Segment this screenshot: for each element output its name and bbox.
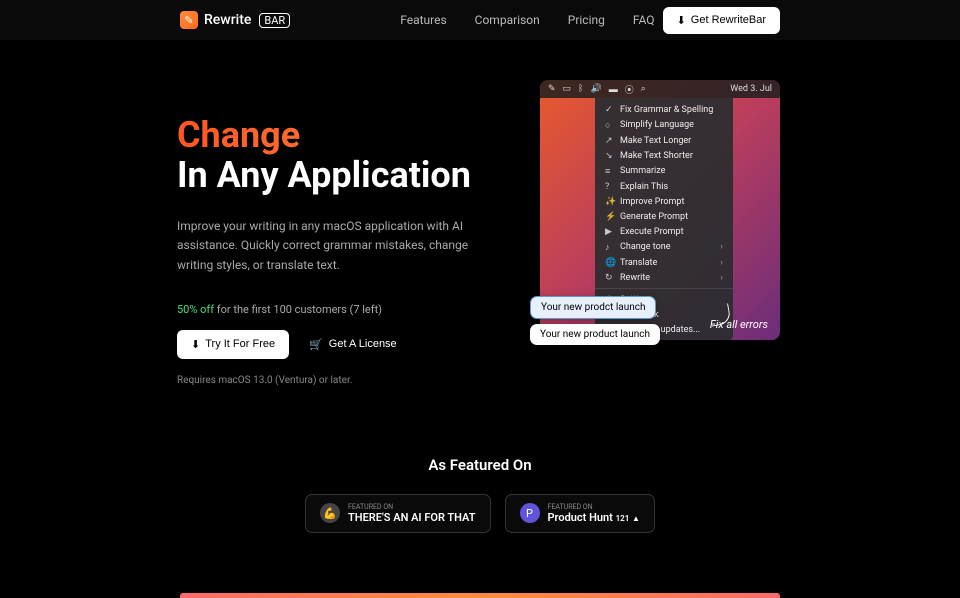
badge-taaft[interactable]: 💪 Featured on THERE'S AN AI FOR THAT <box>305 494 490 533</box>
nav-faq[interactable]: FAQ <box>633 13 655 27</box>
nav-pricing[interactable]: Pricing <box>568 13 605 27</box>
pen-icon: ✎ <box>548 84 556 94</box>
hero-description: Improve your writing in any macOS applic… <box>177 217 477 275</box>
cart-icon: 🛒 <box>309 338 323 351</box>
featured-title: As Featured On <box>0 456 960 474</box>
bluetooth-icon: ᛒ <box>578 84 583 94</box>
menu-item[interactable]: ↻Rewrite <box>595 270 733 285</box>
menu-item[interactable]: ○Simplify Language <box>595 117 733 133</box>
battery-icon: ▬ <box>609 84 618 95</box>
menu-item[interactable]: 🌐Translate <box>595 255 733 270</box>
hero-title: In Any Application <box>177 156 500 196</box>
macos-menubar: ✎ ▭ ᛒ 🔊 ▬ ⦿ ⌕ Wed 3. Jul <box>540 80 780 98</box>
logo-bar: BAR <box>259 13 290 28</box>
get-license-button[interactable]: 🛒 Get A License <box>299 330 407 359</box>
requirement-text: Requires macOS 13.0 (Ventura) or later. <box>177 375 500 386</box>
menubar-date: Wed 3. Jul <box>730 84 772 94</box>
search-icon: ⌕ <box>641 84 646 94</box>
menu-item[interactable]: ✨Improve Prompt <box>595 194 733 209</box>
main-nav: Features Comparison Pricing FAQ <box>400 13 654 27</box>
menu-item[interactable]: ⚡Generate Prompt <box>595 209 733 224</box>
menu-item[interactable]: ↘Make Text Shorter <box>595 148 733 163</box>
nav-features[interactable]: Features <box>400 13 446 27</box>
display-icon: ▭ <box>563 84 572 94</box>
menu-item[interactable]: ▶Execute Prompt <box>595 224 733 239</box>
badge-producthunt[interactable]: P Featured on Product Hunt 121 ▲ <box>505 494 655 533</box>
text-before: Your new prodct launch <box>530 296 656 319</box>
logo[interactable]: ✎ Rewrite BAR <box>180 11 290 29</box>
arm-icon: 💪 <box>320 503 340 523</box>
try-free-button[interactable]: ⬇ Try It For Free <box>177 330 289 359</box>
menu-item[interactable]: ↗Make Text Longer <box>595 133 733 148</box>
nav-comparison[interactable]: Comparison <box>475 13 540 27</box>
menu-item[interactable]: ✓Fix Grammar & Spelling <box>595 102 733 117</box>
download-icon: ⬇ <box>191 338 200 351</box>
menu-item[interactable]: ?Explain This <box>595 179 733 194</box>
menu-item[interactable]: ♪Change tone <box>595 239 733 255</box>
logo-icon: ✎ <box>180 11 198 29</box>
bottom-gradient <box>180 593 780 598</box>
ph-icon: P <box>520 503 540 523</box>
logo-text: Rewrite <box>204 12 251 28</box>
fix-label: Fix all errors <box>710 318 768 331</box>
download-icon: ⬇ <box>677 14 686 27</box>
get-rewritebar-button[interactable]: ⬇ Get RewriteBar <box>663 7 780 34</box>
volume-icon: 🔊 <box>590 84 601 94</box>
menu-item[interactable]: ≡Summarize <box>595 163 733 179</box>
text-after: Your new product launch <box>530 324 660 345</box>
hero-title-highlight: Change <box>177 116 500 156</box>
wifi-icon: ⦿ <box>625 83 634 96</box>
promo-text: 50% off for the first 100 customers (7 l… <box>177 303 500 316</box>
